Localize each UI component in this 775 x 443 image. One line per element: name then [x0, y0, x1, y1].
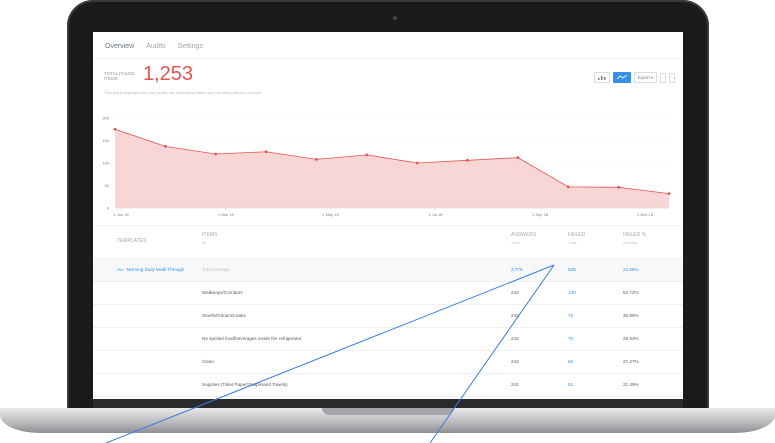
- line-chart-toggle[interactable]: [612, 72, 631, 83]
- header-answers: ANSWERS Total: [511, 232, 536, 245]
- table-header: TEMPLATES ITEMS All ANSWERS Total FAILED…: [93, 225, 683, 259]
- data-point[interactable]: [264, 150, 268, 154]
- row-answers: 242: [511, 290, 519, 295]
- export-label: Export: [637, 75, 650, 80]
- y-tick-label: 200: [102, 116, 109, 121]
- template-link[interactable]: Au - Morning Daily Walk Through: [117, 267, 184, 272]
- kpi-value: 1,253: [143, 63, 194, 85]
- row-failed-pct: 27.27%: [623, 359, 639, 364]
- row-failed-pct: 30.99%: [623, 313, 639, 318]
- summary-failed-pct[interactable]: 24.26%: [623, 267, 639, 272]
- row-answers: 242: [511, 382, 519, 387]
- header-items: ITEMS All: [202, 232, 217, 245]
- bar-chart-toggle[interactable]: [593, 72, 610, 83]
- data-point[interactable]: [466, 158, 469, 162]
- x-tick-label: 1 Nov 18: [637, 212, 654, 217]
- row-answers: 242: [511, 359, 519, 364]
- data-point[interactable]: [163, 144, 167, 148]
- failed-items-table: TEMPLATES ITEMS All ANSWERS Total FAILED…: [93, 225, 683, 397]
- x-tick-label: 1 Jan 18: [113, 212, 129, 217]
- header-failed-pct-label: FAILED %: [623, 232, 647, 238]
- row-failed[interactable]: 52: [568, 382, 573, 387]
- table-row-summary[interactable]: Au - Morning Daily Walk Through Total Av…: [93, 259, 683, 282]
- tab-settings[interactable]: Settings: [178, 43, 203, 50]
- header-items-label: ITEMS: [202, 232, 218, 238]
- data-point[interactable]: [516, 156, 520, 159]
- tab-audits[interactable]: Audits: [146, 43, 165, 50]
- data-point[interactable]: [566, 185, 570, 189]
- x-tick-label: 1 Mar 18: [218, 212, 235, 217]
- table-row[interactable]: Clean 242 66 27.27%: [93, 351, 683, 374]
- data-point[interactable]: [667, 192, 671, 195]
- data-point[interactable]: [415, 161, 419, 165]
- row-item: Supplies (Toilet Paper/Soap/Hand Towels): [202, 382, 288, 387]
- chevron-down-icon: ▾: [649, 75, 653, 80]
- failed-items-chart: 0 50 100 150 200 1 Jan 18 1 Mar 18 1 May 18 1 Ju…: [102, 116, 671, 217]
- header-answers-sub: Total: [511, 240, 520, 245]
- header-failed-label: FAILED: [568, 232, 586, 238]
- camera: [393, 16, 397, 20]
- data-point[interactable]: [365, 153, 369, 157]
- table-row[interactable]: Supplies (Toilet Paper/Soap/Hand Towels)…: [93, 374, 683, 397]
- header-failed-pct: FAILED % Average: [623, 232, 646, 245]
- bar-chart-icon: [597, 76, 606, 80]
- row-item: Clean: [202, 359, 215, 364]
- header-failed: FAILED Total: [568, 232, 585, 245]
- x-tick-label: 1 Jul 18: [428, 212, 443, 217]
- row-item: No spoiled food/beverages inside the ref…: [202, 336, 302, 341]
- tab-overview[interactable]: Overview: [105, 43, 134, 50]
- y-tick-label: 50: [105, 183, 110, 188]
- laptop-notch: [322, 408, 454, 415]
- row-failed-pct: 21.49%: [623, 382, 639, 387]
- data-point[interactable]: [315, 158, 318, 161]
- header-templates: TEMPLATES: [117, 238, 147, 244]
- collapse-handle-right[interactable]: [669, 72, 675, 83]
- collapse-handle-left[interactable]: [660, 72, 666, 83]
- kpi-description: This graph displays how your audits are …: [104, 90, 261, 95]
- y-tick-label: 0: [107, 206, 110, 211]
- data-point[interactable]: [113, 127, 117, 131]
- header-items-sub: All: [202, 240, 207, 245]
- y-tick-label: 150: [102, 138, 109, 143]
- tabs-divider: [93, 58, 683, 59]
- laptop-hinge: [93, 399, 683, 408]
- row-failed-pct: 53.72%: [623, 290, 639, 295]
- data-point[interactable]: [617, 185, 621, 189]
- row-item: Walkways/Corridors: [202, 290, 243, 295]
- header-answers-label: ANSWERS: [511, 232, 537, 238]
- row-failed[interactable]: 70: [568, 336, 573, 341]
- line-chart-icon: [616, 75, 627, 80]
- table-row[interactable]: Walkways/Corridors 242 130 53.72%: [93, 282, 683, 305]
- row-failed[interactable]: 75: [568, 313, 573, 318]
- export-button[interactable]: Export ▾: [633, 72, 657, 83]
- row-failed[interactable]: 130: [568, 290, 576, 295]
- x-tick-label: 1 Sep 18: [532, 212, 549, 217]
- header-failed-pct-sub: Average: [623, 240, 638, 245]
- summary-answers[interactable]: 2,776: [511, 267, 523, 272]
- x-tick-label: 1 May 18: [322, 212, 339, 217]
- table-row[interactable]: Smells/Odours/Leaks 242 75 30.99%: [93, 305, 683, 328]
- summary-failed[interactable]: 528: [568, 267, 576, 272]
- chart-controls: Export ▾: [593, 72, 675, 83]
- summary-item: Total Average: [202, 267, 230, 272]
- row-failed-pct: 28.93%: [623, 336, 639, 341]
- area-fill: [115, 129, 669, 208]
- tab-bar: Overview Audits Settings: [105, 43, 203, 50]
- row-item: Smells/Odours/Leaks: [202, 313, 246, 318]
- header-failed-sub: Total: [568, 240, 577, 245]
- table-row[interactable]: No spoiled food/beverages inside the ref…: [93, 328, 683, 351]
- kpi-label: TOTAL FAILED ITEMS: [104, 71, 135, 81]
- row-failed[interactable]: 66: [568, 359, 573, 364]
- screen: Overview Audits Settings TOTAL FAILED IT…: [93, 32, 683, 399]
- data-point[interactable]: [214, 152, 218, 156]
- row-answers: 242: [511, 336, 519, 341]
- row-answers: 242: [511, 313, 519, 318]
- y-tick-label: 100: [102, 161, 109, 166]
